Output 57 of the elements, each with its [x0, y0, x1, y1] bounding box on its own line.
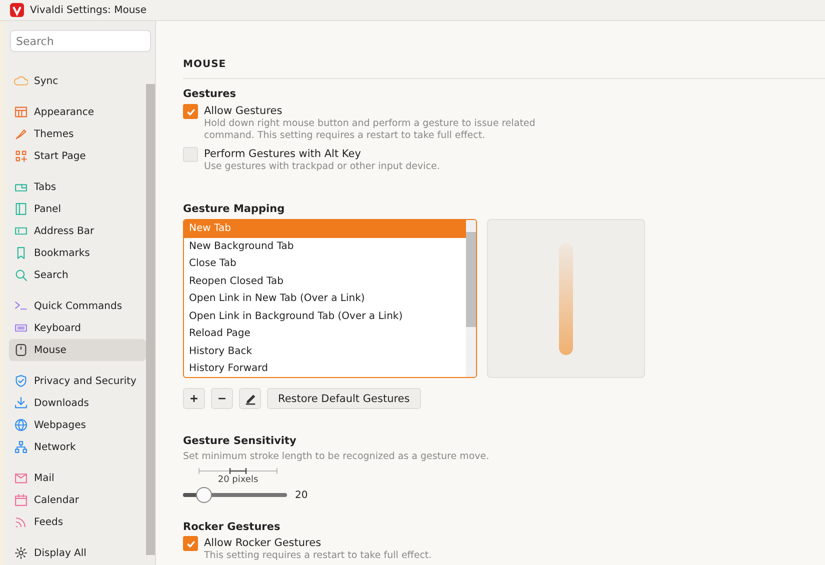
sidebar-item[interactable]: Privacy and Security — [9, 370, 146, 392]
section-title: Gesture Sensitivity — [183, 435, 298, 447]
list-item[interactable]: Close Tab — [184, 255, 466, 272]
option-label: Allow Gestures — [204, 104, 284, 118]
sidebar-item[interactable]: Tabs — [9, 176, 146, 198]
list-item[interactable]: Reload Page — [184, 325, 466, 342]
sidebar-item[interactable]: Quick Commands — [9, 295, 146, 317]
section-title: Rocker Gestures — [183, 521, 282, 533]
scale-label: 20 pixels — [218, 475, 258, 485]
sidebar-item[interactable]: Themes — [9, 123, 146, 145]
list-item[interactable]: New Background Tab — [184, 238, 466, 255]
list-item[interactable]: Open Link in Background Tab (Over a Link) — [184, 308, 466, 325]
section-description: Set minimum stroke length to be recognized as a gesture move. — [183, 451, 490, 463]
sidebar-item[interactable]: Bookmarks — [9, 242, 146, 264]
sidebar-item[interactable]: Feeds — [9, 511, 146, 533]
scrollbar[interactable] — [466, 220, 476, 377]
option-label: Allow Rocker Gestures — [204, 536, 322, 550]
list-button[interactable]: − — [211, 388, 233, 409]
sidebar-item[interactable]: Keyboard — [9, 317, 146, 339]
option-description: This setting requires a restart to take full effect. — [204, 550, 433, 562]
sidebar-item[interactable]: Address Bar — [9, 220, 146, 242]
sidebar-item[interactable]: Webpages — [9, 414, 146, 436]
section-title: Gestures — [183, 88, 238, 100]
list-item[interactable]: History Forward — [184, 360, 466, 377]
sidebar-item[interactable]: Calendar — [9, 489, 146, 511]
sidebar-item[interactable]: Mouse — [9, 339, 146, 361]
sidebar-item[interactable]: Network — [9, 436, 146, 458]
sidebar-item[interactable]: Appearance — [9, 101, 146, 123]
restore-button[interactable]: Restore Default Gestures — [267, 388, 421, 409]
check-icon — [186, 538, 196, 548]
window-title: Vivaldi Settings: Mouse — [30, 4, 147, 16]
sidebar-item[interactable]: Sync — [9, 70, 146, 92]
list-item[interactable]: History Back — [184, 342, 466, 360]
checkbox[interactable] — [183, 104, 198, 119]
list-item[interactable]: Reopen Closed Tab — [184, 272, 466, 290]
sidebar-item[interactable]: Display All — [9, 542, 146, 564]
section-title: Gesture Mapping — [183, 203, 286, 215]
pencil-icon — [244, 392, 256, 405]
option-description: Hold down right mouse button and perform a gesture to issue related command. This setting requires a restart to take full effect. — [204, 118, 536, 142]
sidebar-item[interactable]: Start Page — [9, 145, 146, 167]
option-label: Perform Gestures with Alt Key — [204, 147, 362, 161]
slider[interactable] — [183, 487, 287, 503]
list-item[interactable]: Open Link in New Tab (Over a Link) — [184, 290, 466, 308]
slider-thumb[interactable] — [196, 487, 212, 503]
slider-value: 20 — [295, 490, 308, 500]
app-logo-icon — [10, 3, 24, 17]
sidebar-item[interactable]: Mail — [9, 467, 146, 489]
sidebar-item[interactable]: Panel — [9, 198, 146, 220]
option-description: Use gestures with trackpad or other input device. — [204, 161, 441, 173]
list-button[interactable]: + — [183, 388, 205, 409]
sidebar-item[interactable]: Downloads — [9, 392, 146, 414]
checkbox[interactable] — [183, 536, 198, 551]
check-icon — [186, 106, 196, 116]
search-field[interactable]: Search — [10, 30, 151, 52]
page-heading: MOUSE — [183, 59, 228, 70]
edit-button[interactable] — [239, 388, 261, 409]
sidebar-item[interactable]: Search — [9, 264, 146, 286]
